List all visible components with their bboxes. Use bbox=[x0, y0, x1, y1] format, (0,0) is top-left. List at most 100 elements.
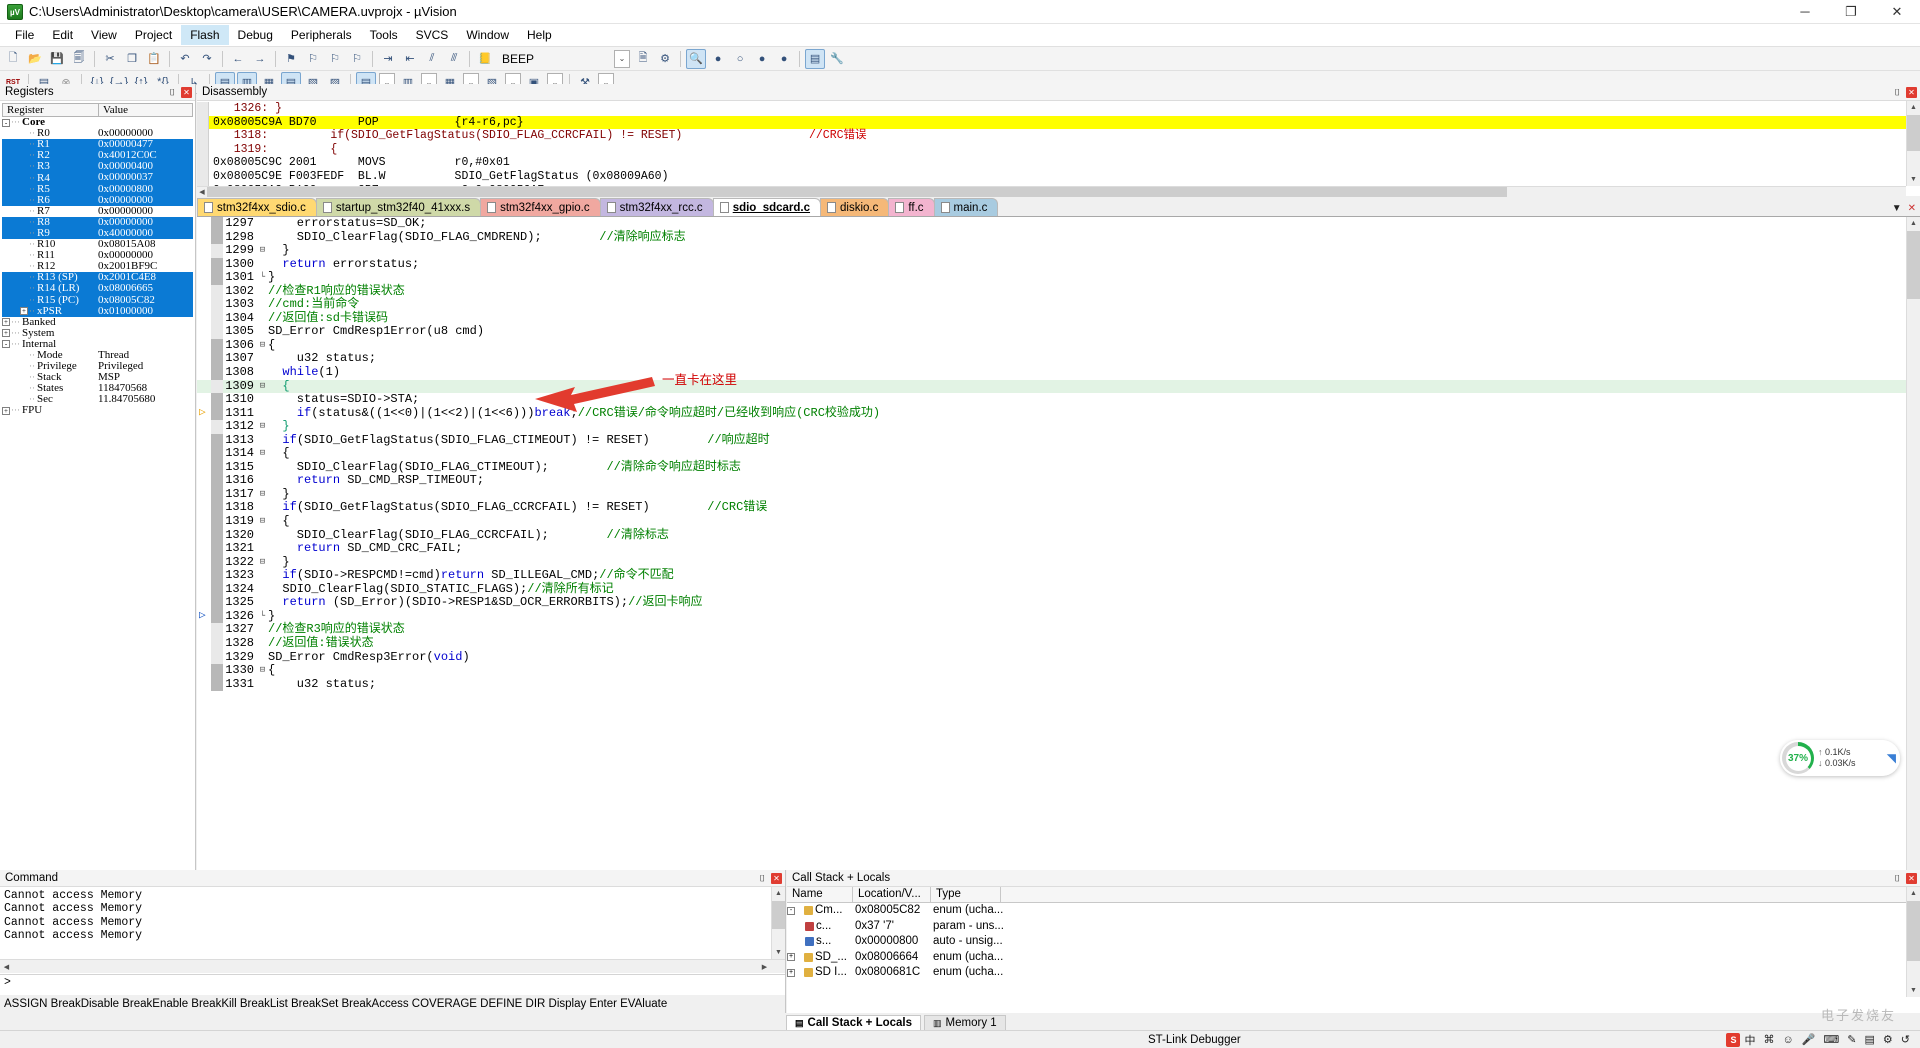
close-tab-close-icon[interactable]: ✕ bbox=[1908, 203, 1916, 214]
breakpoint-column[interactable] bbox=[197, 488, 211, 502]
code-line[interactable]: 1320 SDIO_ClearFlag(SDIO_FLAG_CCRCFAIL);… bbox=[197, 528, 1906, 543]
breakpoint-column[interactable] bbox=[197, 447, 211, 461]
tree-toggle-icon[interactable]: + bbox=[2, 406, 10, 415]
disassembly-vertical-scrollbar[interactable]: ▲ ▼ bbox=[1906, 101, 1920, 186]
fold-toggle-icon[interactable] bbox=[257, 542, 268, 556]
tree-toggle-icon[interactable]: - bbox=[2, 118, 10, 127]
tab-list-chevron-down-icon[interactable]: ▼ bbox=[1892, 203, 1902, 214]
breakpoint-column[interactable] bbox=[197, 678, 211, 692]
close-icon[interactable]: ✕ bbox=[771, 872, 782, 884]
breakpoint-column[interactable] bbox=[197, 420, 211, 434]
tree-toggle-icon[interactable]: + bbox=[20, 307, 28, 316]
code-line[interactable]: 1308 while(1) bbox=[197, 365, 1906, 380]
copy-icon[interactable]: ❐ bbox=[122, 49, 142, 69]
code-line[interactable]: 1304 //返回值:sd卡错误码 bbox=[197, 311, 1906, 326]
tree-toggle-icon[interactable]: + bbox=[787, 968, 795, 977]
menu-item-flash[interactable]: Flash bbox=[181, 25, 229, 45]
breakpoint-column[interactable] bbox=[197, 542, 211, 556]
fold-toggle-icon[interactable] bbox=[257, 393, 268, 407]
ime-handwriting-icon[interactable]: ✎ bbox=[1847, 1033, 1856, 1046]
column-header-name[interactable]: Name bbox=[787, 887, 853, 902]
disassembly-gutter[interactable] bbox=[197, 129, 209, 143]
disassembly-line[interactable]: 0x08005C9A BD70 POP {r4-r6,pc} bbox=[197, 115, 1906, 130]
editor-tab-startup-stm32f40-41xxx-s[interactable]: startup_stm32f40_41xxx.s bbox=[315, 198, 482, 216]
bookmark-toggle-icon[interactable]: ⚑ bbox=[281, 49, 301, 69]
fold-toggle-icon[interactable] bbox=[257, 285, 268, 299]
ime-voice-icon[interactable]: 🎤 bbox=[1802, 1033, 1816, 1046]
call-stack-table[interactable]: Name Location/V... Type - Cm... 0x08005C82… bbox=[787, 887, 1906, 997]
scroll-down-icon[interactable]: ▼ bbox=[1907, 173, 1920, 186]
code-line[interactable]: 1305 SD_Error CmdResp1Error(u8 cmd) bbox=[197, 325, 1906, 339]
code-line[interactable]: 1309 ⊟ { bbox=[197, 379, 1906, 394]
breakpoint-column[interactable] bbox=[197, 515, 211, 529]
breakpoint-column[interactable] bbox=[197, 569, 211, 583]
disable-breakpoint-icon[interactable]: ○ bbox=[730, 49, 750, 69]
editor-tab-main-c[interactable]: main.c bbox=[933, 198, 999, 216]
save-icon[interactable]: 💾 bbox=[47, 49, 67, 69]
command-vertical-scrollbar[interactable]: ▲ ▼ bbox=[771, 887, 785, 959]
code-line[interactable]: 1298 SDIO_ClearFlag(SDIO_FLAG_CMDREND); … bbox=[197, 230, 1906, 245]
indent-icon[interactable]: ⇥ bbox=[378, 49, 398, 69]
breakpoint-column[interactable] bbox=[197, 474, 211, 488]
tree-toggle-icon[interactable]: + bbox=[2, 318, 10, 327]
scroll-up-icon[interactable]: ▲ bbox=[1907, 887, 1920, 900]
fold-toggle-icon[interactable] bbox=[257, 569, 268, 583]
code-line[interactable]: 1319 ⊟ { bbox=[197, 514, 1906, 529]
tree-toggle-icon[interactable]: - bbox=[2, 340, 10, 349]
breakpoint-column[interactable] bbox=[197, 651, 211, 665]
target-options-icon[interactable]: 🗎 bbox=[633, 49, 653, 69]
code-line[interactable]: 1331 u32 status; bbox=[197, 677, 1906, 692]
editor-tab-stm32f4xx-gpio-c[interactable]: stm32f4xx_gpio.c bbox=[480, 198, 601, 216]
fold-toggle-icon[interactable]: ⊟ bbox=[257, 244, 268, 258]
code-line[interactable]: 1315 SDIO_ClearFlag(SDIO_FLAG_CTIMEOUT);… bbox=[197, 460, 1906, 475]
command-input[interactable]: > bbox=[0, 974, 785, 990]
disassembly-gutter[interactable] bbox=[197, 142, 209, 157]
breakpoint-column[interactable] bbox=[197, 501, 211, 515]
code-line[interactable]: 1328 //返回值:错误状态 bbox=[197, 636, 1906, 651]
scroll-up-icon[interactable]: ▲ bbox=[1907, 101, 1920, 114]
column-header-value[interactable]: Value bbox=[99, 104, 192, 116]
enable-breakpoints-icon[interactable]: ● bbox=[774, 49, 794, 69]
maximize-button[interactable]: ❐ bbox=[1828, 0, 1874, 24]
ime-language-label[interactable]: 中 bbox=[1744, 1032, 1755, 1048]
fold-toggle-icon[interactable]: ⊟ bbox=[257, 339, 268, 353]
code-line[interactable]: 1312 ⊟ } bbox=[197, 419, 1906, 434]
editor-tab-diskio-c[interactable]: diskio.c bbox=[820, 198, 890, 216]
uncomment-icon[interactable]: ⫻ bbox=[444, 49, 464, 69]
fold-toggle-icon[interactable] bbox=[257, 366, 268, 380]
fold-toggle-icon[interactable] bbox=[257, 258, 268, 272]
code-line[interactable]: 1321 return SD_CMD_CRC_FAIL; bbox=[197, 541, 1906, 556]
target-selector-label[interactable]: BEEP bbox=[496, 52, 540, 66]
editor-vertical-scrollbar[interactable]: ▲ ▼ bbox=[1906, 217, 1920, 974]
call-stack-row[interactable]: s... 0x00000800 auto - unsig... bbox=[787, 934, 1906, 950]
fold-toggle-icon[interactable]: └ bbox=[257, 271, 268, 285]
pin-icon[interactable]: ⌷ bbox=[167, 87, 178, 98]
code-line[interactable]: 1307 u32 status; bbox=[197, 352, 1906, 367]
fold-toggle-icon[interactable] bbox=[257, 461, 268, 475]
breakpoint-column[interactable] bbox=[197, 664, 211, 678]
pin-icon[interactable]: ⌷ bbox=[1892, 873, 1903, 884]
code-line[interactable]: 1301 └} bbox=[197, 271, 1906, 285]
code-line[interactable]: 1313 if(SDIO_GetFlagStatus(SDIO_FLAG_CTI… bbox=[197, 433, 1906, 448]
navigate-back-icon[interactable]: ← bbox=[228, 49, 248, 69]
ime-keyboard-icon[interactable]: ⌨ bbox=[1823, 1033, 1839, 1046]
code-line[interactable]: ▷ 1311 if(status&((1<<0)|(1<<2)|(1<<6)))b… bbox=[197, 406, 1906, 421]
comment-icon[interactable]: ⫽ bbox=[422, 49, 442, 69]
editor-tab-ff-c[interactable]: ff.c bbox=[888, 198, 935, 216]
fold-toggle-icon[interactable] bbox=[257, 217, 268, 231]
breakpoint-column[interactable] bbox=[197, 393, 211, 407]
code-line[interactable]: 1318 if(SDIO_GetFlagStatus(SDIO_FLAG_CCR… bbox=[197, 501, 1906, 516]
call-stack-vertical-scrollbar[interactable]: ▲ ▼ bbox=[1906, 887, 1920, 997]
outdent-icon[interactable]: ⇤ bbox=[400, 49, 420, 69]
breakpoint-column[interactable] bbox=[197, 312, 211, 326]
call-stack-row[interactable]: + SD_... 0x08006664 enum (ucha... bbox=[787, 950, 1906, 966]
fold-toggle-icon[interactable] bbox=[257, 651, 268, 665]
column-header-register[interactable]: Register bbox=[3, 104, 99, 116]
disassembly-gutter[interactable] bbox=[197, 115, 209, 130]
breakpoint-column[interactable] bbox=[197, 339, 211, 353]
fold-toggle-icon[interactable] bbox=[257, 596, 268, 610]
fold-toggle-icon[interactable]: ⊟ bbox=[257, 420, 268, 434]
target-dropdown-chevron-down-icon[interactable]: ⌄ bbox=[614, 49, 631, 68]
fold-toggle-icon[interactable] bbox=[257, 501, 268, 515]
call-stack-row[interactable]: c... 0x37 '7' param - uns... bbox=[787, 919, 1906, 935]
